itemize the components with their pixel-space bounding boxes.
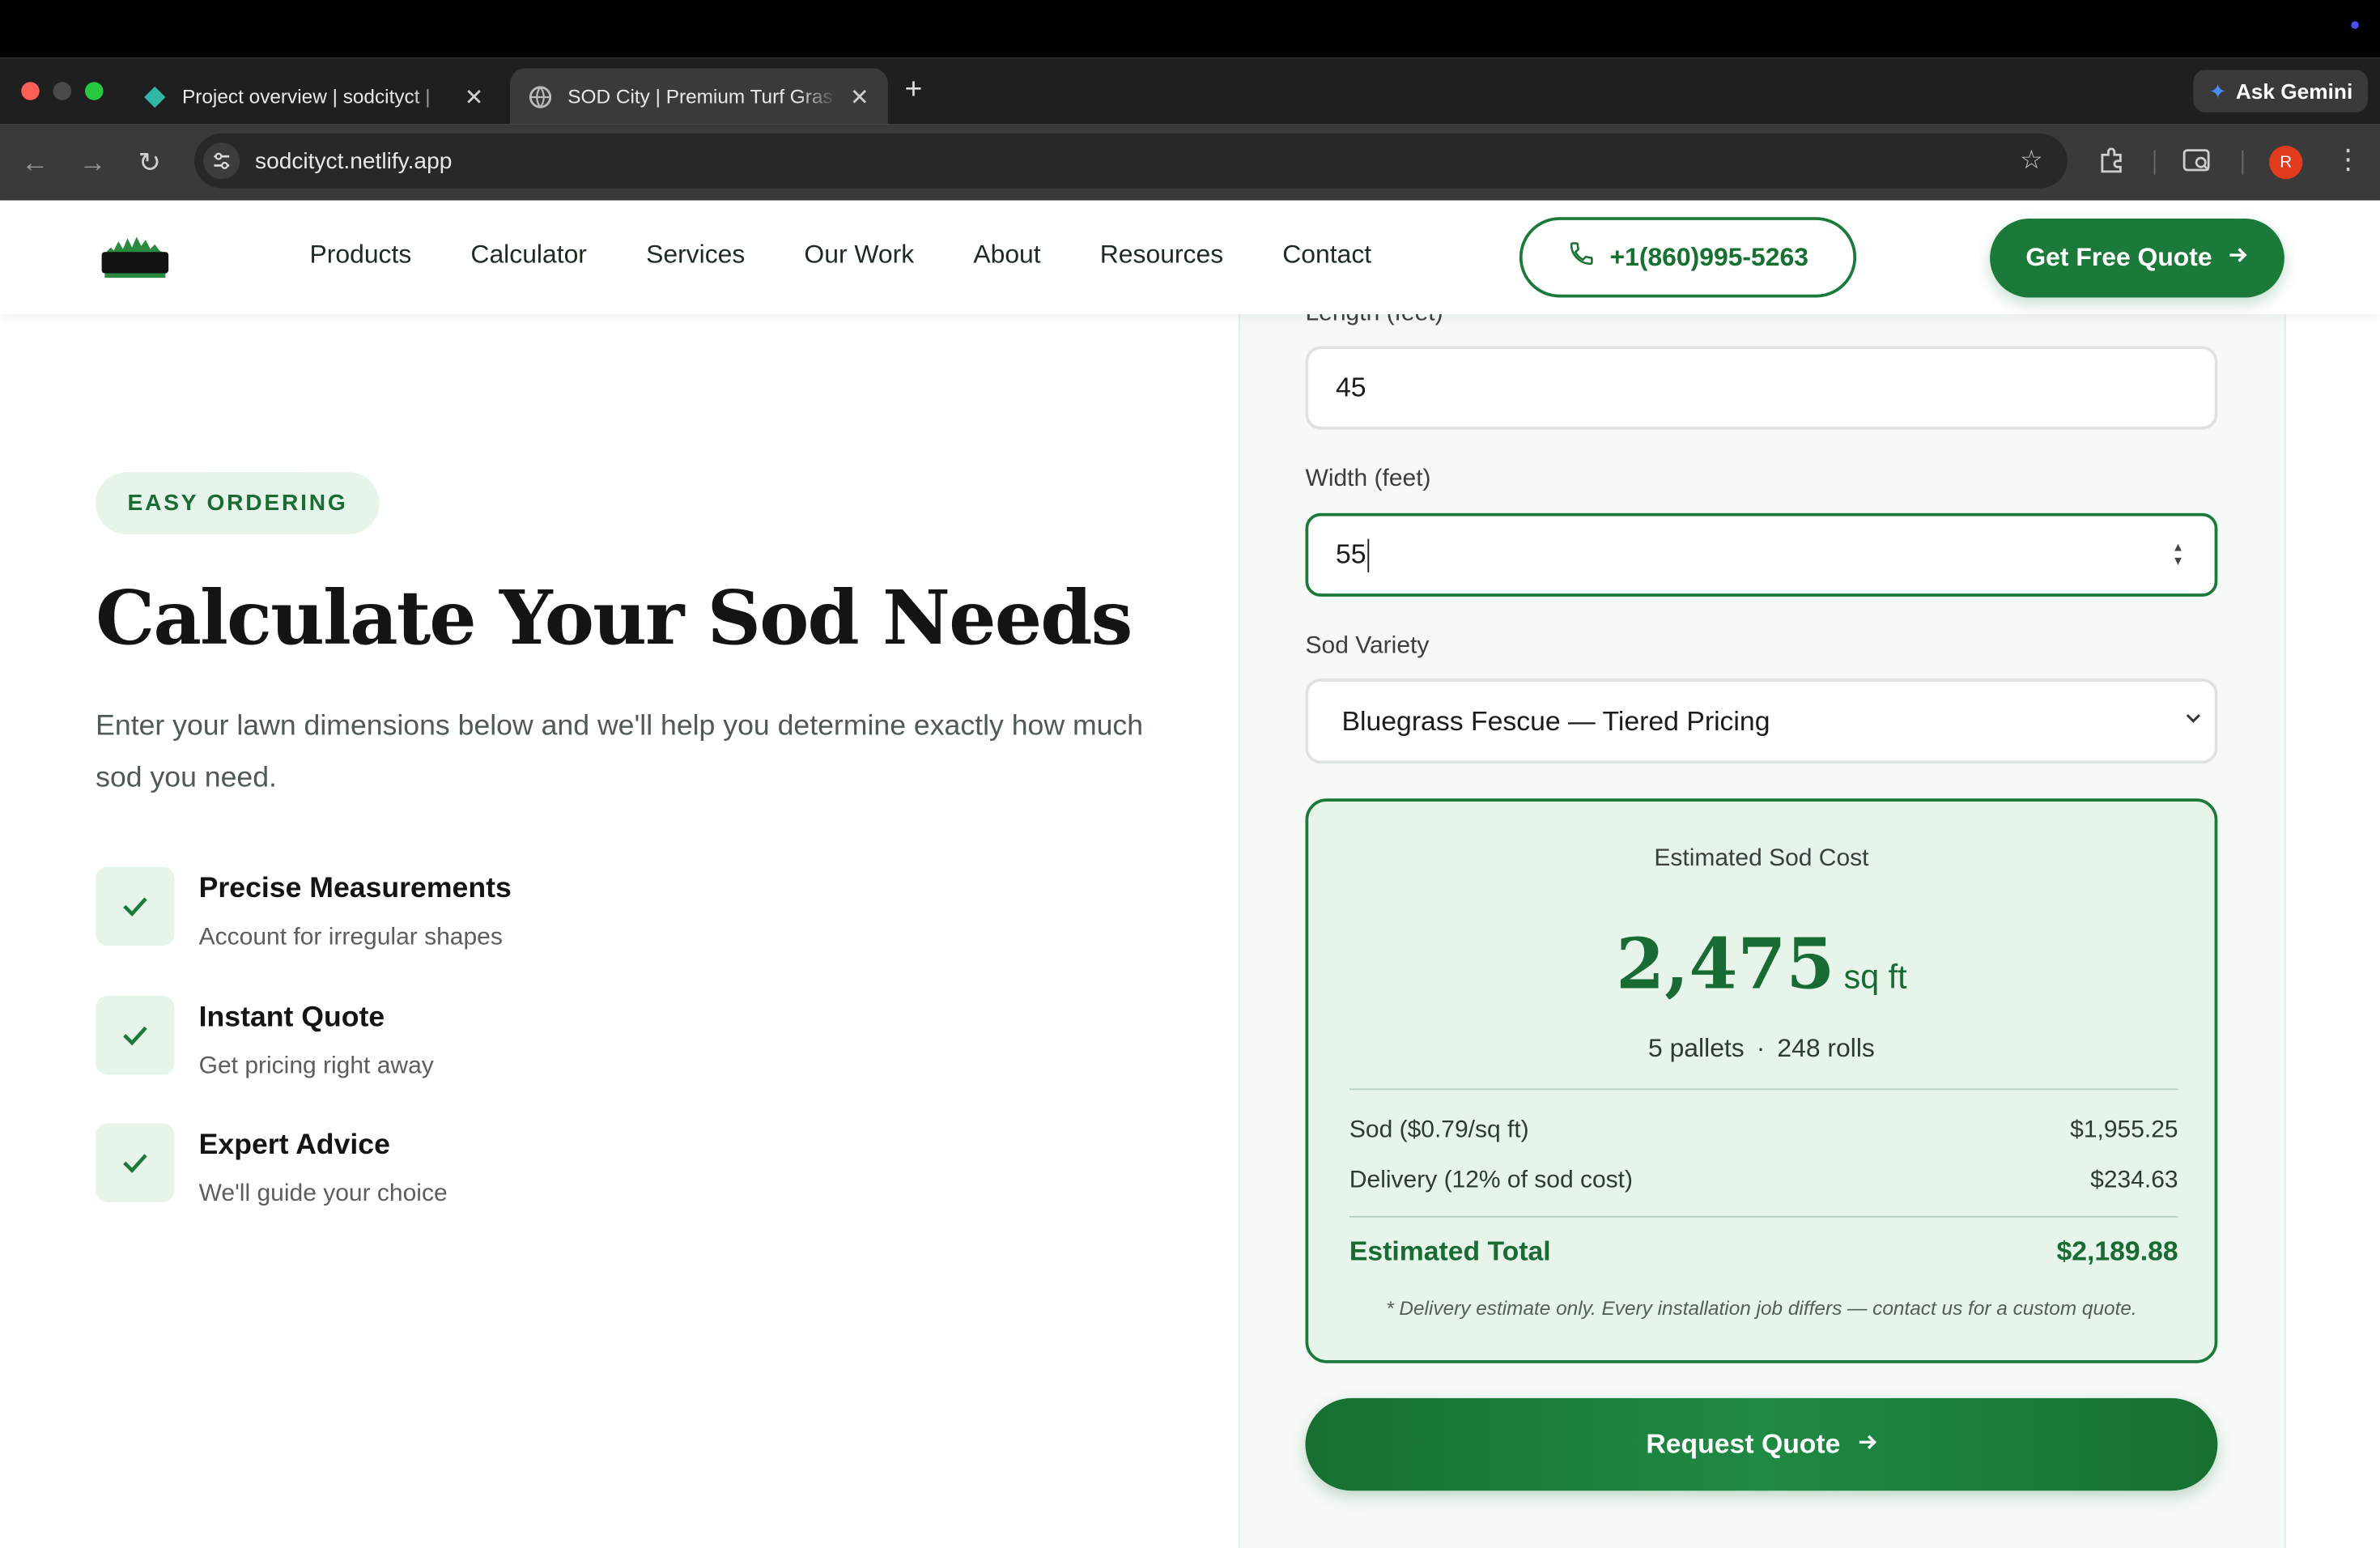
sod-variety-label: Sod Variety (1305, 632, 1430, 659)
area-display: 2,475 sq ft (1308, 923, 2214, 1005)
delivery-disclaimer: * Delivery estimate only. Every installa… (1386, 1296, 2137, 1320)
new-tab-button[interactable]: + (905, 73, 923, 108)
sod-variety-value: Bluegrass Fescue — Tiered Pricing (1341, 704, 1770, 736)
extensions-icon[interactable] (2097, 147, 2125, 182)
nav-contact[interactable]: Contact (1282, 240, 1371, 270)
get-free-quote-label: Get Free Quote (2025, 243, 2212, 272)
bookmark-star-icon[interactable]: ☆ (2020, 146, 2043, 176)
chevron-down-icon (2184, 708, 2203, 732)
tab-sod-city[interactable]: SOD City | Premium Turf Gras ✕ (510, 68, 888, 125)
text-caret (1367, 538, 1370, 572)
sod-cost-value: $1,955.25 (2070, 1117, 2178, 1143)
request-quote-button[interactable]: Request Quote (1305, 1397, 2218, 1491)
pallets-rolls: 5 pallets · 248 rolls (1308, 1034, 2214, 1065)
close-window-icon[interactable] (21, 82, 40, 100)
length-value: 45 (1336, 372, 1366, 402)
estimate-result-panel: Estimated Sod Cost 2,475 sq ft 5 pallets ·… (1305, 798, 2218, 1363)
sod-cost-row: Sod ($0.79/sq ft) $1,955.25 (1349, 1117, 2178, 1145)
rolls-count: 248 rolls (1777, 1033, 1875, 1063)
menu-bar (0, 0, 2380, 58)
tab-title: Project overview | sodcityct | (182, 85, 431, 108)
hero-lead: Enter your lawn dimensions below and we'… (96, 710, 1144, 794)
pallets-count: 5 pallets (1647, 1033, 1745, 1063)
estimate-title: Estimated Sod Cost (1654, 845, 1869, 872)
toolbar-divider (2153, 150, 2156, 175)
sod-variety-select[interactable]: Bluegrass Fescue — Tiered Pricing (1305, 678, 2218, 764)
estimated-total-value: $2,189.88 (2056, 1235, 2178, 1266)
width-input[interactable]: 55 ▲ ▼ (1305, 512, 2218, 597)
feature-title: Expert Advice (198, 1129, 390, 1162)
nav-products[interactable]: Products (310, 240, 412, 270)
feature-description: We'll guide your choice (198, 1180, 448, 1207)
maximize-window-icon[interactable] (85, 82, 104, 100)
phone-icon (1567, 240, 1595, 274)
nav-our-work[interactable]: Our Work (804, 240, 914, 270)
easy-ordering-badge: EASY ORDERING (96, 472, 380, 534)
tab-search-icon[interactable] (2182, 147, 2213, 182)
tab-project-overview[interactable]: Project overview | sodcityct | ✕ (125, 68, 502, 124)
reload-icon[interactable]: ↻ (138, 146, 161, 179)
gemini-sparkle-icon: ✦ (2208, 78, 2227, 103)
forward-arrow-icon[interactable]: → (79, 146, 107, 179)
divider (1349, 1215, 2178, 1218)
length-input[interactable]: 45 (1305, 346, 2218, 430)
site-header: Products Calculator Services Our Work Ab… (0, 200, 2380, 315)
nav-about[interactable]: About (973, 240, 1040, 270)
globe-icon (529, 84, 553, 108)
width-value: 55 (1336, 538, 1366, 570)
estimated-total-label: Estimated Total (1349, 1235, 1551, 1266)
arrow-right-icon (1855, 1428, 1876, 1460)
check-icon (96, 866, 175, 946)
feature-title: Instant Quote (198, 1002, 385, 1034)
nav-calculator[interactable]: Calculator (470, 240, 587, 270)
site-settings-icon[interactable] (203, 142, 240, 180)
status-dot-icon (2351, 21, 2359, 29)
ask-gemini-label: Ask Gemini (2235, 79, 2353, 104)
sod-city-logo[interactable] (97, 226, 173, 287)
tab-title: SOD City | Premium Turf Gras (567, 85, 833, 108)
area-value: 2,475 (1616, 923, 1835, 1006)
minimize-window-icon[interactable] (53, 82, 72, 100)
back-arrow-icon[interactable]: ← (21, 146, 49, 179)
nav-services[interactable]: Services (646, 240, 745, 270)
request-quote-label: Request Quote (1646, 1428, 1841, 1459)
feature-title: Precise Measurements (198, 873, 512, 905)
netlify-icon (142, 84, 167, 108)
feature-description: Get pricing right away (198, 1053, 434, 1080)
address-bar[interactable]: sodcityct.netlify.app ☆ (194, 134, 2068, 189)
toolbar-divider (2242, 150, 2244, 175)
page-title: Calculate Your Sod Needs (96, 573, 1133, 662)
phone-number: +1(860)995-5263 (1609, 242, 1808, 271)
close-tab-icon[interactable]: ✕ (850, 83, 869, 110)
check-icon (96, 1123, 175, 1202)
get-free-quote-button[interactable]: Get Free Quote (1990, 219, 2284, 298)
divider (1349, 1088, 2178, 1091)
browser-tab-bar: Project overview | sodcityct | ✕ SOD Cit… (0, 57, 2380, 125)
browser-toolbar: ← → ↻ sodcityct.netlify.app ☆ R ⋮ (0, 124, 2380, 201)
more-menu-icon[interactable]: ⋮ (2335, 144, 2362, 176)
delivery-cost-row: Delivery (12% of sod cost) $234.63 (1349, 1167, 2178, 1195)
check-icon (96, 996, 175, 1075)
area-unit: sq ft (1843, 958, 1907, 996)
delivery-cost-value: $234.63 (2090, 1167, 2178, 1193)
close-tab-icon[interactable]: ✕ (465, 83, 484, 110)
nav-resources[interactable]: Resources (1100, 240, 1223, 270)
sod-cost-label: Sod ($0.79/sq ft) (1349, 1117, 1529, 1143)
width-label: Width (feet) (1305, 466, 1431, 492)
url-text: sodcityct.netlify.app (255, 147, 453, 174)
arrow-right-icon (2227, 243, 2248, 274)
dot-separator: · (1756, 1033, 1766, 1063)
ask-gemini-button[interactable]: ✦ Ask Gemini (2193, 70, 2368, 113)
delivery-cost-label: Delivery (12% of sod cost) (1349, 1167, 1634, 1193)
estimated-total-row: Estimated Total $2,189.88 (1349, 1235, 2178, 1267)
phone-button[interactable]: +1(860)995-5263 (1519, 217, 1857, 298)
feature-description: Account for irregular shapes (198, 924, 503, 950)
profile-avatar[interactable]: R (2269, 146, 2303, 180)
number-stepper-icon[interactable]: ▲ ▼ (2169, 541, 2187, 568)
